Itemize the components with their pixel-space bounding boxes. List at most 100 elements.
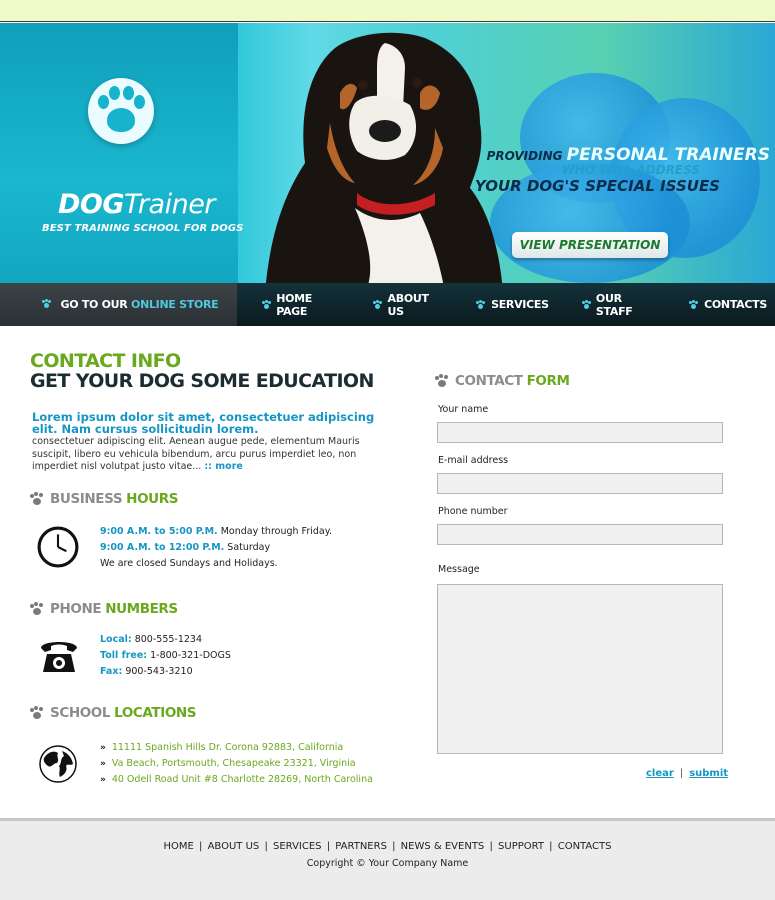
title-green: FORM — [526, 373, 570, 389]
separator: | — [679, 768, 684, 779]
online-store-link[interactable]: GO TO OUR ONLINE STORE ··› — [0, 283, 237, 354]
title-green: HOURS — [126, 491, 179, 507]
logo-tagline: BEST TRAINING SCHOOL FOR DOGS — [42, 223, 244, 234]
bullet-icon: » — [100, 775, 106, 785]
school-locations-title: SCHOOL LOCATIONS — [30, 705, 197, 721]
title-gray: BUSINESS — [50, 491, 123, 507]
business-hours-title: BUSINESS HOURS — [30, 491, 178, 507]
location-item[interactable]: » 11111 Spanish Hills Dr. Corona 92883, C… — [100, 740, 373, 756]
logo-light: Trainer — [124, 189, 215, 220]
title-gray: CONTACT — [455, 373, 523, 389]
paw-icon — [30, 706, 44, 720]
separator: | — [392, 841, 396, 852]
phone-list: Local: 800-555-1234 Toll free: 1-800-321… — [100, 632, 231, 680]
footer-link-home[interactable]: HOME — [163, 841, 193, 852]
nav-label: ABOUT US — [387, 291, 429, 318]
title-green: NUMBERS — [105, 601, 178, 617]
hero-promo: PROVIDING PERSONAL TRAINERS WHO WILL ADD… — [470, 145, 770, 195]
paw-icon — [435, 374, 449, 388]
intro-text: consectetuer adipiscing elit. Aenean aug… — [32, 436, 382, 474]
nav-item-staff[interactable]: OUR STAFF — [581, 291, 656, 318]
paw-icon — [30, 602, 44, 616]
paw-icon — [581, 300, 591, 309]
hours-time: 9:00 A.M. to 12:00 P.M. — [100, 542, 225, 553]
business-hours-list: 9:00 A.M. to 5:00 P.M. Monday through Fr… — [100, 524, 332, 572]
bullet-icon: » — [100, 759, 106, 769]
footer-nav: HOME | ABOUT US | SERVICES | PARTNERS | … — [0, 841, 775, 852]
logo-wordmark[interactable]: DOGTrainer — [58, 189, 215, 220]
nav-item-contacts[interactable]: CONTACTS — [689, 298, 767, 311]
separator: | — [549, 841, 553, 852]
title-gray: PHONE — [50, 601, 102, 617]
education-heading: GET YOUR DOG SOME EDUCATION — [30, 370, 374, 392]
more-link[interactable]: :: more — [204, 461, 242, 472]
paw-icon — [42, 299, 51, 308]
footer-link-support[interactable]: SUPPORT — [498, 841, 544, 852]
location-address: 11111 Spanish Hills Dr. Corona 92883, Ca… — [111, 742, 344, 753]
promo-line2: WHO WILL ADDRESS — [561, 163, 700, 177]
message-label: Message — [438, 564, 480, 575]
paw-icon — [373, 300, 383, 309]
nav-item-services[interactable]: SERVICES — [476, 298, 549, 311]
location-address: 40 Odell Road Unit #8 Charlotte 28269, N… — [111, 774, 373, 785]
intro-body: consectetuer adipiscing elit. Aenean aug… — [32, 436, 360, 472]
phone-label: Toll free: — [100, 650, 148, 661]
promo-line3: YOUR DOG'S SPECIAL ISSUES — [474, 177, 720, 195]
top-bar — [0, 0, 775, 22]
hours-time: 9:00 A.M. to 5:00 P.M. — [100, 526, 218, 537]
separator: | — [326, 841, 331, 852]
footer-link-about[interactable]: ABOUT US — [208, 841, 260, 852]
logo-panel — [0, 23, 238, 283]
paw-icon — [689, 300, 699, 309]
phone-field[interactable] — [437, 524, 723, 545]
footer-link-news[interactable]: NEWS & EVENTS — [401, 841, 485, 852]
nav-label: HOME PAGE — [276, 291, 313, 318]
promo-highlight: PERSONAL TRAINERS — [566, 145, 770, 165]
paw-icon — [262, 300, 271, 309]
hours-closed-note: We are closed Sundays and Holidays. — [100, 558, 278, 569]
nav-item-about[interactable]: ABOUT US — [373, 292, 443, 318]
message-field[interactable] — [437, 584, 723, 754]
nav-label: CONTACTS — [704, 298, 767, 311]
submit-button[interactable]: submit — [689, 768, 728, 779]
footer-link-partners[interactable]: PARTNERS — [335, 841, 387, 852]
hours-days: Saturday — [227, 542, 271, 553]
title-gray: SCHOOL — [50, 705, 111, 721]
clock-icon — [37, 526, 79, 568]
email-label: E-mail address — [438, 455, 509, 466]
nav-label: OUR STAFF — [595, 291, 633, 318]
hero-banner: DOGTrainer BEST TRAINING SCHOOL FOR DOGS… — [0, 23, 775, 283]
location-item[interactable]: » 40 Odell Road Unit #8 Charlotte 28269, … — [100, 772, 373, 788]
promo-lead: PROVIDING — [486, 149, 563, 163]
footer-link-contacts[interactable]: CONTACTS — [558, 841, 612, 852]
logo-bold: DOG — [58, 189, 125, 220]
location-item[interactable]: » Va Beach, Portsmouth, Chesapeake 23321,… — [100, 756, 373, 772]
phone-numbers-title: PHONE NUMBERS — [30, 601, 178, 617]
main-navbar: GO TO OUR ONLINE STORE ··› HOME PAGE ABO… — [0, 283, 775, 354]
phone-label: Phone number — [438, 506, 508, 517]
contact-form-title: CONTACT FORM — [435, 373, 570, 389]
phone-label: Fax: — [100, 666, 123, 677]
contact-info-heading: CONTACT INFO — [30, 350, 181, 372]
clear-button[interactable]: clear — [646, 768, 674, 779]
title-green: LOCATIONS — [114, 705, 197, 721]
store-lead: GO TO OUR — [60, 298, 128, 311]
phone-value: 900-543-3210 — [125, 666, 193, 677]
locations-list: » 11111 Spanish Hills Dr. Corona 92883, C… — [100, 740, 373, 788]
promo-line1: PROVIDING PERSONAL TRAINERS — [470, 145, 770, 165]
nav-label: SERVICES — [491, 298, 549, 311]
nav-menu: HOME PAGE ABOUT US SERVICES OUR STAFF CO… — [237, 283, 775, 326]
paw-logo-icon — [88, 78, 154, 144]
bullet-icon: » — [100, 743, 106, 753]
nav-item-home[interactable]: HOME PAGE — [262, 292, 340, 318]
view-presentation-button[interactable]: VIEW PRESENTATION — [512, 232, 668, 258]
location-address: Va Beach, Portsmouth, Chesapeake 23321, … — [111, 758, 356, 769]
phone-value: 1-800-321-DOGS — [150, 650, 231, 661]
name-field[interactable] — [437, 422, 723, 443]
footer-link-services[interactable]: SERVICES — [273, 841, 322, 852]
email-field[interactable] — [437, 473, 723, 494]
name-label: Your name — [438, 404, 489, 415]
globe-icon — [39, 745, 77, 783]
telephone-icon — [41, 642, 77, 672]
phone-value: 800-555-1234 — [134, 634, 203, 645]
